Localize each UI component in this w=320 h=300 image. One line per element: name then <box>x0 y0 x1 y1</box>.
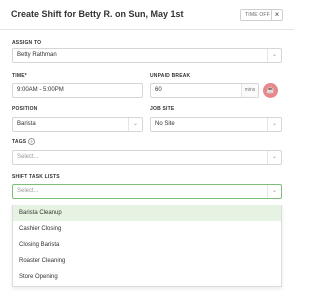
shift-task-lists-dropdown: Barista Cleanup Cashier Closing Closing … <box>12 205 282 287</box>
time-label: TIME* <box>12 73 27 79</box>
tags-label: TAGS <box>12 139 27 145</box>
tags-placeholder: Select... <box>17 154 39 160</box>
dropdown-option[interactable]: Barista Cleanup <box>13 205 281 221</box>
job-site-value: No Site <box>155 121 175 127</box>
job-site-select[interactable]: No Site ⌄ <box>150 117 282 132</box>
unpaid-break-value: 60 <box>155 87 162 93</box>
time-off-button[interactable]: TIME OFF <box>240 9 275 21</box>
chevron-down-icon: ⌄ <box>267 185 281 198</box>
unpaid-break-label: UNPAID BREAK <box>150 73 191 79</box>
break-unit-suffix: mins <box>241 84 258 97</box>
assign-to-label: ASSIGN TO <box>12 40 42 46</box>
dropdown-option[interactable]: Store Opening <box>13 269 281 285</box>
modal-title: Create Shift for Betty R. on Sun, May 1s… <box>11 9 184 19</box>
help-icon[interactable]: ? <box>28 138 35 145</box>
assign-to-select[interactable]: Betty Rathman ⌄ <box>12 48 282 63</box>
coffee-icon[interactable]: ☕ <box>263 83 278 98</box>
time-input[interactable]: 9:00AM - 5:00PM <box>12 83 143 98</box>
chevron-down-icon: ⌄ <box>128 118 142 131</box>
tags-select[interactable]: Select... ⌄ <box>12 150 282 165</box>
modal-header: Create Shift for Betty R. on Sun, May 1s… <box>0 0 294 30</box>
chevron-down-icon: ⌄ <box>267 151 281 164</box>
time-value: 9:00AM - 5:00PM <box>17 87 64 93</box>
position-label: POSITION <box>12 106 38 112</box>
shift-task-lists-select[interactable]: Select... ⌄ <box>12 184 282 199</box>
dropdown-option[interactable]: Cashier Closing <box>13 221 281 237</box>
shift-task-lists-placeholder: Select... <box>17 188 39 194</box>
job-site-label: JOB SITE <box>150 106 175 112</box>
shift-task-lists-label: SHIFT TASK LISTS <box>12 174 60 180</box>
chevron-down-icon: ⌄ <box>267 49 281 62</box>
unpaid-break-input[interactable]: 60 mins <box>150 83 259 98</box>
dropdown-option[interactable]: Closing Barista <box>13 237 281 253</box>
position-select[interactable]: Barista ⌄ <box>12 117 143 132</box>
assign-to-value: Betty Rathman <box>17 52 57 58</box>
position-value: Barista <box>17 121 36 127</box>
close-icon[interactable]: × <box>271 9 283 21</box>
chevron-down-icon: ⌄ <box>267 118 281 131</box>
dropdown-option[interactable]: Roaster Cleaning <box>13 253 281 269</box>
